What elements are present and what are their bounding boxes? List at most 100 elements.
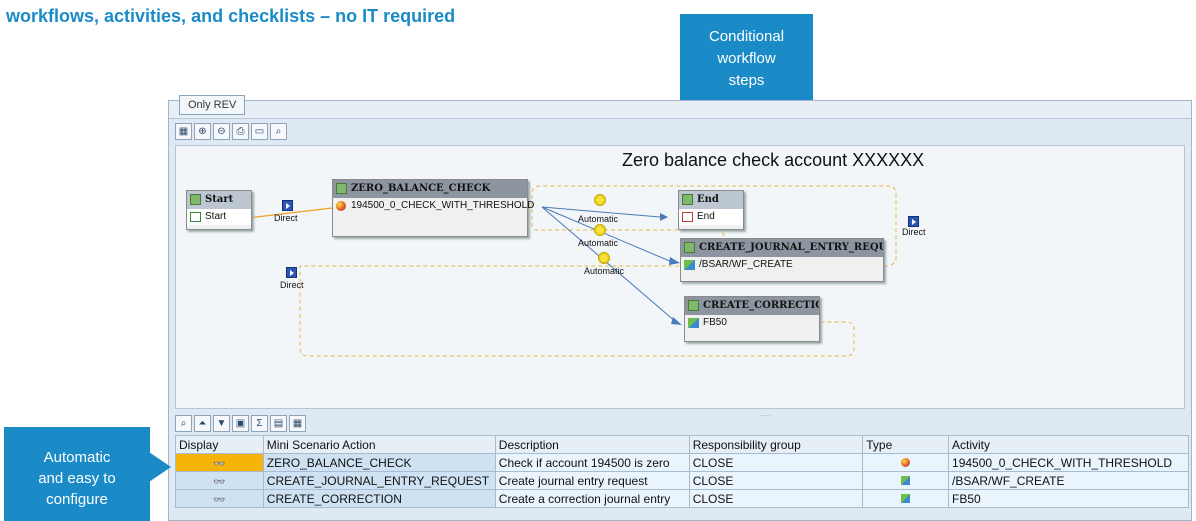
filter-icon[interactable]: ▼ (213, 415, 230, 432)
node-journal-body-text: /BSAR/WF_CREATE (699, 259, 793, 270)
group-cell: CLOSE (688, 453, 864, 472)
save-icon[interactable]: ▭ (251, 123, 268, 140)
group-cell: CLOSE (688, 471, 864, 490)
activity-cell: 194500_0_CHECK_WITH_THRESHOLD (948, 453, 1189, 472)
node-journal-title: CREATE_JOURNAL_ENTRY_REQUEST (681, 239, 883, 257)
column-header-type[interactable]: Type (862, 435, 950, 454)
find-icon[interactable]: ▣ (232, 415, 249, 432)
callout-automatic-configure: Automatic and easy to configure (4, 427, 150, 521)
node-end[interactable]: End End (678, 190, 744, 230)
display-cell[interactable]: 👓 (175, 453, 264, 472)
display-cell[interactable]: 👓 (175, 489, 264, 508)
glasses-icon[interactable]: 👓 (213, 495, 225, 506)
direct-condition-icon (286, 267, 297, 278)
workflow-window: Only REV ▦ ⊕ ⊖ ⎙ ▭ ⌕ Zero balance check … (168, 95, 1192, 521)
glasses-icon[interactable]: 👓 (213, 477, 225, 488)
direct-condition-icon (908, 216, 919, 227)
display-cell[interactable]: 👓 (175, 471, 264, 490)
action-cell[interactable]: ZERO_BALANCE_CHECK (262, 453, 496, 472)
edge-label-automatic: Automatic (578, 214, 619, 224)
action-cell[interactable]: CREATE_JOURNAL_ENTRY_REQUEST (262, 471, 496, 490)
splitter-handle[interactable]: ..... (759, 409, 770, 418)
node-end-title-text: End (697, 194, 719, 205)
graph-toolbar: ▦ ⊕ ⊖ ⎙ ▭ ⌕ (175, 123, 287, 143)
direct-condition-icon (282, 200, 293, 211)
glasses-icon[interactable]: 👓 (213, 459, 225, 470)
node-journal-title-text: CREATE_JOURNAL_ENTRY_REQUEST (699, 242, 883, 253)
column-header-responsibility-group[interactable]: Responsibility group (688, 435, 864, 454)
node-zero-title-text: ZERO_BALANCE_CHECK (351, 183, 491, 194)
node-start-body: Start (187, 209, 251, 225)
print-icon[interactable]: ⎙ (232, 123, 249, 140)
layout-icon[interactable]: ▤ (270, 415, 287, 432)
column-header-activity[interactable]: Activity (948, 435, 1189, 454)
node-correction-title-text: CREATE_CORRECTION (703, 300, 819, 311)
workflow-canvas: Zero balance check account XXXXXX Start … (175, 145, 1185, 409)
edge-label-automatic: Automatic (584, 266, 625, 276)
grid-view-icon[interactable]: ▦ (289, 415, 306, 432)
details-icon[interactable]: ⌕ (175, 415, 192, 432)
node-journal-body: /BSAR/WF_CREATE (681, 257, 883, 273)
table-header-row: Display Mini Scenario Action Description… (175, 435, 1189, 454)
tab-only-rev[interactable]: Only REV (179, 95, 246, 115)
sort-icon[interactable]: ⏶ (194, 415, 211, 432)
node-end-body-text: End (697, 211, 715, 222)
callout-line: workflow (717, 50, 776, 67)
node-correction-body-text: FB50 (703, 317, 727, 328)
node-start-body-text: Start (205, 211, 227, 222)
node-zero-body: 194500_0_CHECK_WITH_THRESHOLD (333, 198, 534, 214)
node-start-title: Start (187, 191, 251, 209)
tab-strip: Only REV (169, 95, 1191, 119)
callout-line: configure (46, 491, 108, 508)
node-start-title-text: Start (205, 194, 234, 205)
activity-cell: FB50 (948, 489, 1189, 508)
node-correction-body: FB50 (685, 315, 819, 331)
callout-line: Conditional (708, 28, 785, 45)
table-row[interactable]: 👓 CREATE_JOURNAL_ENTRY_REQUEST Create jo… (175, 471, 1189, 490)
type-cell (862, 471, 950, 490)
overview-icon[interactable]: ▦ (175, 123, 192, 140)
end-flag-icon (682, 212, 693, 222)
type-cell (862, 453, 950, 472)
transaction-icon (901, 475, 911, 485)
automatic-condition-icon (594, 224, 606, 236)
find-icon[interactable]: ⌕ (270, 123, 287, 140)
type-cell (862, 489, 950, 508)
step-icon (336, 183, 347, 194)
sum-icon[interactable]: Σ (251, 415, 268, 432)
zoom-in-icon[interactable]: ⊕ (194, 123, 211, 140)
actions-table: Display Mini Scenario Action Description… (175, 435, 1189, 508)
status-dot-icon (336, 201, 346, 211)
column-header-display[interactable]: Display (175, 435, 264, 454)
step-icon (688, 300, 699, 311)
transaction-icon (688, 318, 699, 328)
step-icon (682, 194, 693, 205)
column-header-description[interactable]: Description (494, 435, 690, 454)
table-row[interactable]: 👓 CREATE_CORRECTION Create a correction … (175, 489, 1189, 508)
description-cell: Check if account 194500 is zero (494, 453, 690, 472)
node-end-body: End (679, 209, 743, 225)
edge-label-direct: Direct (902, 227, 926, 237)
node-start[interactable]: Start Start (186, 190, 252, 230)
page-headline: workflows, activities, and checklists – … (6, 6, 456, 26)
node-zero-balance-check[interactable]: ZERO_BALANCE_CHECK 194500_0_CHECK_WITH_T… (332, 179, 534, 237)
callout-line: steps (728, 72, 765, 89)
group-cell: CLOSE (688, 489, 864, 508)
callout-conditional-steps: Conditional workflow steps (680, 14, 813, 113)
node-end-title: End (679, 191, 743, 209)
activity-cell: /BSAR/WF_CREATE (948, 471, 1189, 490)
callout-line: and easy to (38, 470, 116, 487)
node-create-journal-entry-request[interactable]: CREATE_JOURNAL_ENTRY_REQUEST /BSAR/WF_CR… (680, 238, 884, 282)
node-create-correction[interactable]: CREATE_CORRECTION FB50 (684, 296, 820, 342)
callout-pointer (149, 452, 171, 482)
edge-label-direct: Direct (280, 280, 304, 290)
node-zero-title: ZERO_BALANCE_CHECK (333, 180, 527, 198)
transaction-icon (684, 260, 695, 270)
column-header-mini-scenario-action[interactable]: Mini Scenario Action (262, 435, 496, 454)
table-row[interactable]: 👓 ZERO_BALANCE_CHECK Check if account 19… (175, 453, 1189, 472)
edge-label-direct: Direct (274, 213, 298, 223)
action-cell[interactable]: CREATE_CORRECTION (262, 489, 496, 508)
zoom-out-icon[interactable]: ⊖ (213, 123, 230, 140)
node-correction-title: CREATE_CORRECTION (685, 297, 819, 315)
description-cell: Create journal entry request (494, 471, 690, 490)
